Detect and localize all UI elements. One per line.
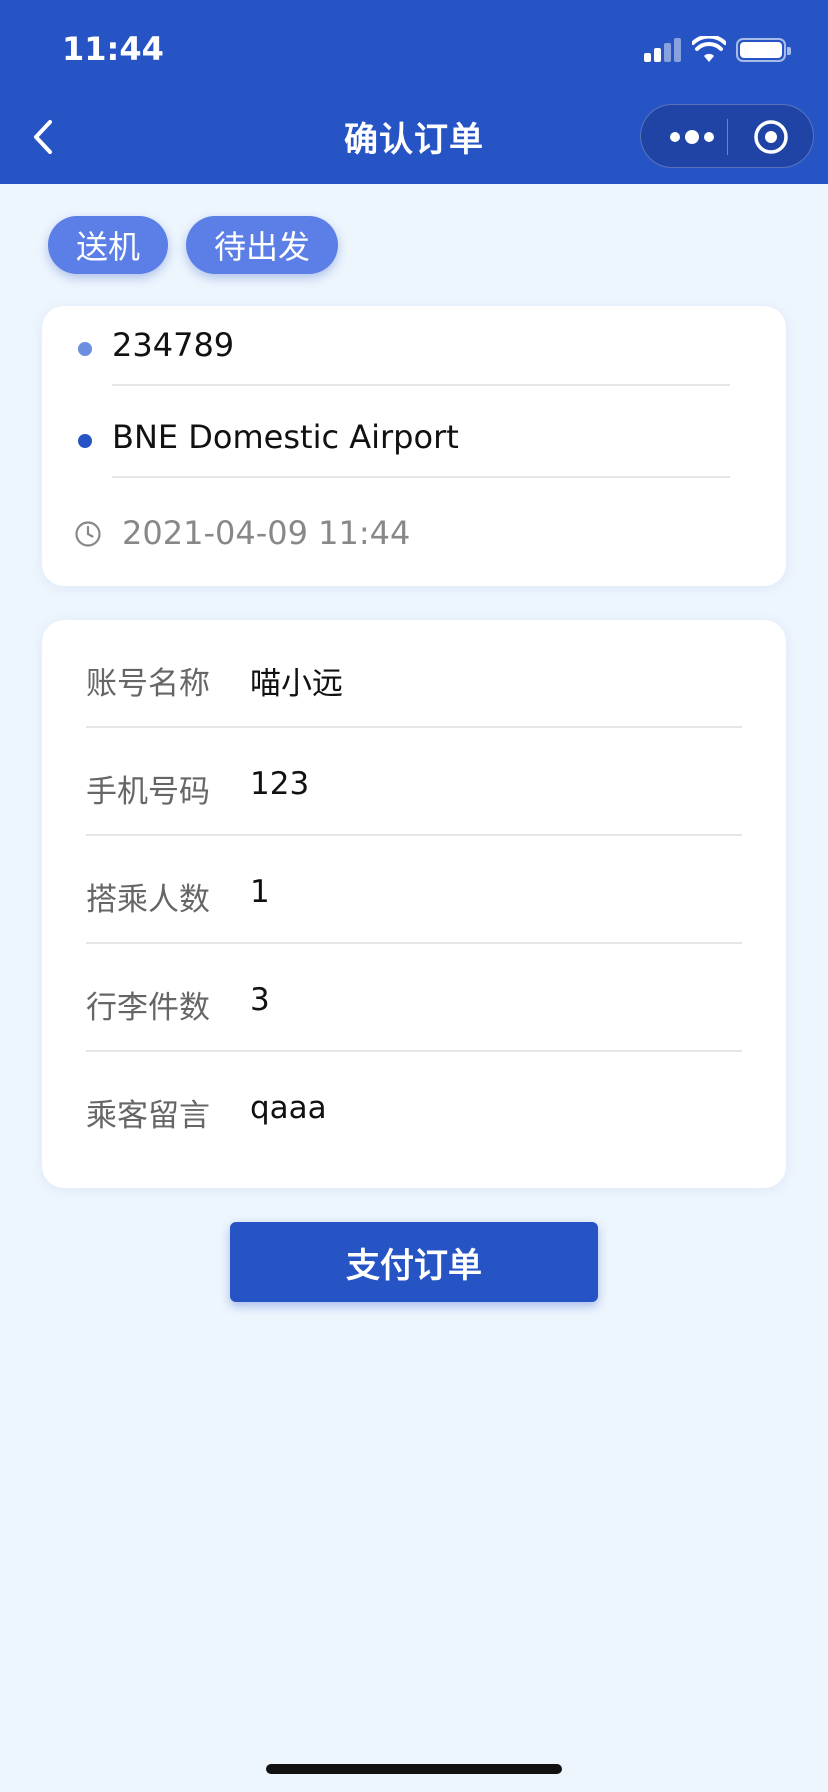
info-row-message: 乘客留言 qaaa xyxy=(42,1052,786,1160)
route-destination-row: BNE Domestic Airport xyxy=(42,398,786,478)
clock-icon xyxy=(75,521,101,547)
close-miniprogram-icon[interactable] xyxy=(753,119,789,155)
info-label: 乘客留言 xyxy=(86,1098,210,1134)
info-value: 123 xyxy=(250,766,310,802)
info-row-passengers: 搭乘人数 1 xyxy=(42,836,786,944)
destination-text: BNE Domestic Airport xyxy=(112,418,459,456)
top-header: 11:44 确认订单 xyxy=(0,0,828,184)
capsule-divider xyxy=(727,119,728,155)
passenger-info-card: 账号名称 喵小远 手机号码 123 搭乘人数 1 行李件数 3 乘客留言 qaa… xyxy=(42,620,786,1188)
status-time: 11:44 xyxy=(62,30,164,68)
trip-type-tag: 送机 xyxy=(48,216,168,274)
pay-order-button[interactable]: 支付订单 xyxy=(230,1222,598,1302)
info-label: 账号名称 xyxy=(86,666,210,702)
info-label: 手机号码 xyxy=(86,774,210,810)
origin-dot-icon xyxy=(78,342,92,356)
route-origin-row: 234789 xyxy=(42,306,786,386)
order-status-tag: 待出发 xyxy=(186,216,338,274)
info-row-phone: 手机号码 123 xyxy=(42,728,786,836)
info-value: qaaa xyxy=(250,1090,327,1126)
info-value: 1 xyxy=(250,874,270,910)
divider xyxy=(112,384,730,386)
departure-time-row: 2021-04-09 11:44 xyxy=(42,510,786,570)
more-options-icon[interactable] xyxy=(667,129,717,145)
mini-program-capsule xyxy=(640,104,814,168)
route-card: 234789 BNE Domestic Airport 2021-04-09 1… xyxy=(42,306,786,586)
wifi-icon xyxy=(692,36,726,62)
info-label: 行李件数 xyxy=(86,990,210,1026)
info-value: 3 xyxy=(250,982,270,1018)
info-value: 喵小远 xyxy=(250,666,343,702)
origin-text: 234789 xyxy=(112,326,235,364)
info-row-account: 账号名称 喵小远 xyxy=(42,620,786,728)
cellular-signal-icon xyxy=(644,36,684,64)
battery-icon xyxy=(736,38,791,62)
info-row-luggage: 行李件数 3 xyxy=(42,944,786,1052)
home-indicator xyxy=(266,1764,562,1774)
divider xyxy=(112,476,730,478)
departure-time: 2021-04-09 11:44 xyxy=(122,514,411,552)
destination-dot-icon xyxy=(78,434,92,448)
status-icons xyxy=(644,36,794,64)
info-label: 搭乘人数 xyxy=(86,882,210,918)
